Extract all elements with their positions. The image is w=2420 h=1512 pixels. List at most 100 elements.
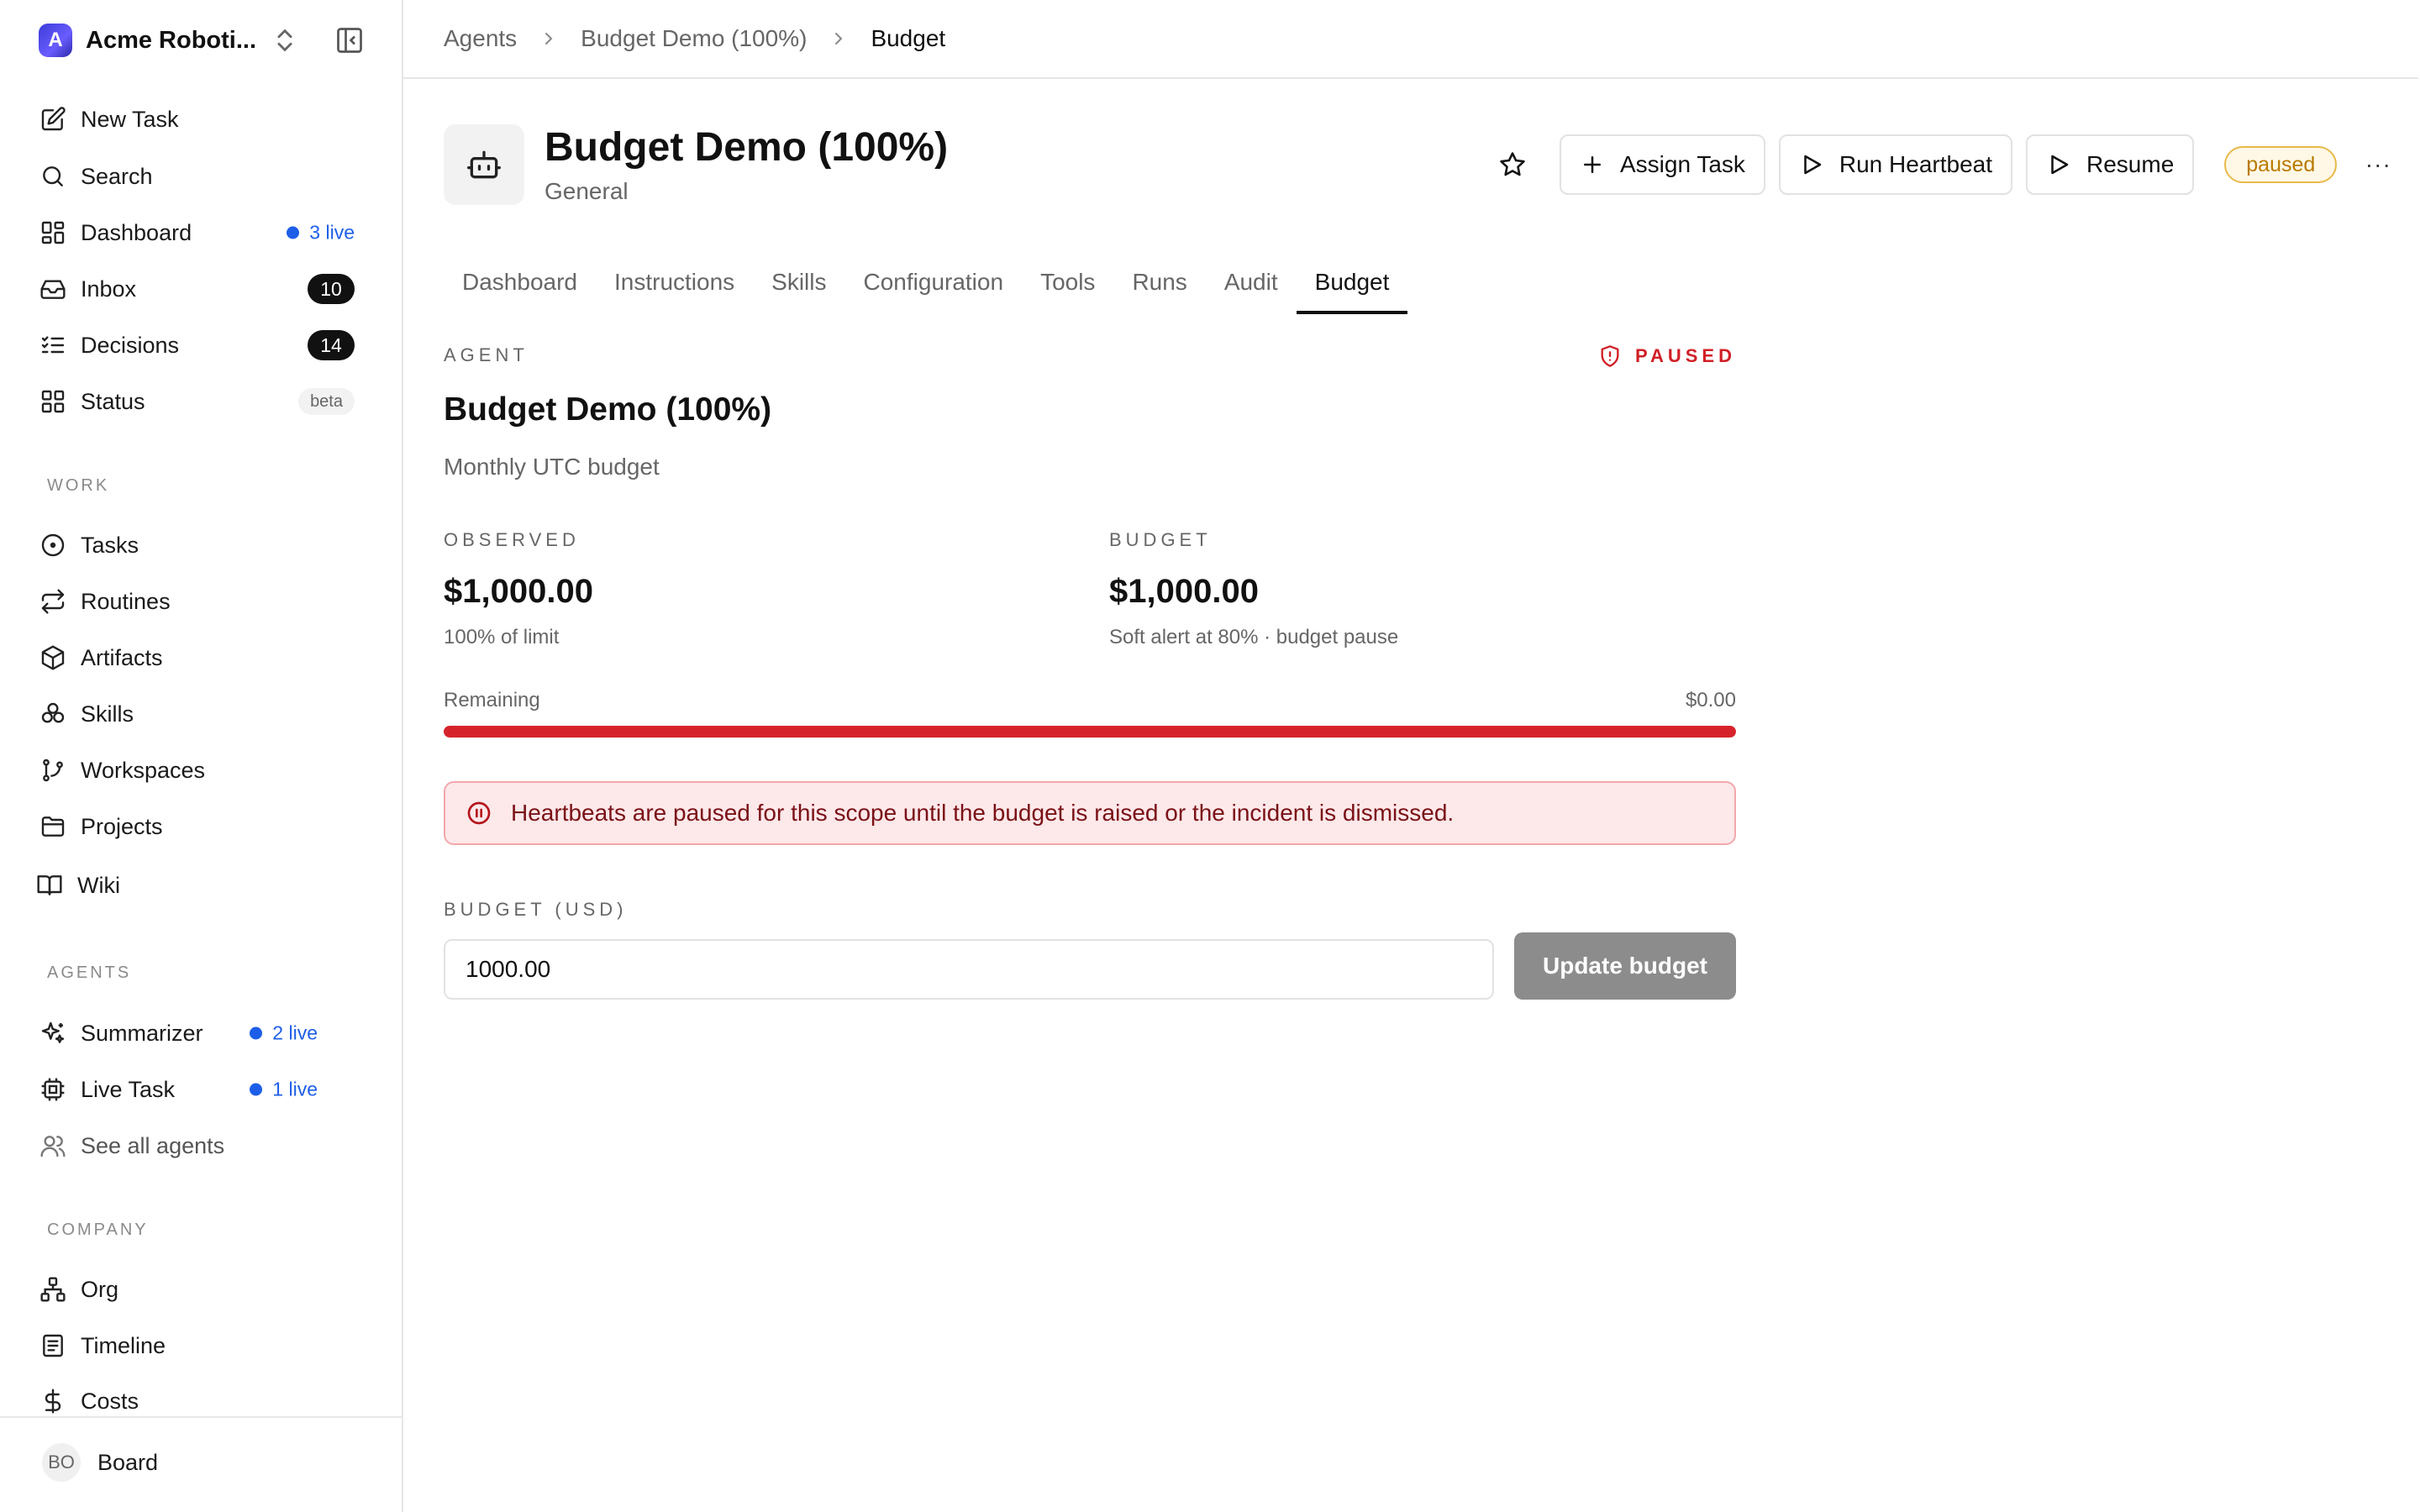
observed-stat: OBSERVED $1,000.00 100% of limit	[444, 529, 593, 649]
repeat-icon	[39, 587, 67, 616]
sidebar-item-tasks[interactable]: Tasks	[39, 522, 365, 568]
sidebar-item-label: Dashboard	[81, 219, 192, 245]
header-actions: Assign Task Run Heartbeat Resume paused …	[1486, 134, 2399, 195]
sidebar-item-timeline[interactable]: Timeline	[39, 1323, 365, 1368]
sidebar-item-routines[interactable]: Routines	[39, 579, 365, 624]
budget-panel: AGENT PAUSED Budget Demo (100%) Monthly …	[444, 344, 1736, 1000]
board-label[interactable]: Board	[97, 1450, 158, 1476]
sidebar-item-label: Skills	[81, 701, 134, 727]
app-root: A Acme Roboti... New Task Search Dashboa…	[0, 0, 2420, 1512]
sidebar-item-label: Live Task	[81, 1076, 176, 1102]
tab-budget[interactable]: Budget	[1296, 252, 1408, 314]
more-options-icon[interactable]: ···	[2357, 144, 2399, 186]
sidebar-item-inbox[interactable]: Inbox 10	[39, 266, 365, 312]
circle-dot-icon	[39, 531, 67, 559]
sidebar-item-org[interactable]: Org	[39, 1267, 365, 1312]
sidebar-item-wiki[interactable]: Wiki	[35, 863, 361, 908]
sidebar-item-label: Search	[81, 163, 153, 189]
sidebar-item-new-task[interactable]: New Task	[39, 97, 365, 142]
tab-instructions[interactable]: Instructions	[596, 252, 753, 312]
sidebar-item-workspaces[interactable]: Workspaces	[39, 748, 365, 793]
sidebar-item-label: Inbox	[81, 276, 137, 302]
company-name: Acme Roboti...	[86, 26, 257, 54]
sidebar-footer: BO Board	[0, 1416, 402, 1512]
checklist-icon	[39, 331, 67, 360]
breadcrumb-agent[interactable]: Budget Demo (100%)	[581, 25, 807, 52]
assign-task-label: Assign Task	[1620, 151, 1745, 177]
sidebar: A Acme Roboti... New Task Search Dashboa…	[0, 0, 403, 1512]
folder-icon	[39, 812, 67, 841]
tab-skills[interactable]: Skills	[753, 252, 844, 312]
sidebar-item-summarizer[interactable]: Summarizer 2 live	[39, 1011, 365, 1056]
sidebar-item-see-all-agents[interactable]: See all agents	[39, 1123, 365, 1168]
chevron-right-icon	[835, 33, 843, 45]
main-content: Agents Budget Demo (100%) Budget Budget …	[403, 0, 2420, 1512]
sidebar-collapse-icon[interactable]	[334, 25, 365, 55]
remaining-row: Remaining $0.00	[444, 689, 1736, 712]
tab-configuration[interactable]: Configuration	[845, 252, 1023, 312]
cpu-icon	[39, 1075, 67, 1104]
budget-note: Soft alert at 80% · budget pause	[1109, 626, 1399, 648]
run-heartbeat-button[interactable]: Run Heartbeat	[1778, 134, 2012, 195]
resume-button[interactable]: Resume	[2026, 134, 2195, 195]
remaining-value: $0.00	[1685, 689, 1736, 711]
sidebar-item-decisions[interactable]: Decisions 14	[39, 323, 365, 368]
section-title-work: WORK	[47, 476, 110, 495]
sidebar-item-label: Artifacts	[81, 644, 163, 670]
budget-progress-bar	[444, 726, 1736, 738]
sidebar-item-label: Projects	[81, 813, 163, 839]
paused-indicator: PAUSED	[1598, 344, 1736, 368]
avatar[interactable]: BO	[42, 1443, 81, 1482]
sidebar-item-skills[interactable]: Skills	[39, 691, 365, 737]
users-icon	[39, 1131, 67, 1160]
live-indicator: 2 live	[250, 1022, 318, 1045]
pause-circle-icon	[467, 801, 491, 825]
sidebar-item-label: Workspaces	[81, 757, 206, 783]
dashboard-icon	[39, 218, 67, 247]
tab-runs[interactable]: Runs	[1113, 252, 1205, 312]
beta-badge: beta	[298, 388, 355, 415]
sidebar-item-label: See all agents	[81, 1132, 225, 1158]
package-icon	[39, 643, 67, 672]
live-dot	[287, 226, 300, 239]
sidebar-item-status[interactable]: Status beta	[39, 379, 365, 424]
sidebar-item-projects[interactable]: Projects	[39, 804, 365, 849]
git-branch-icon	[39, 756, 67, 785]
assign-task-button[interactable]: Assign Task	[1560, 134, 1765, 195]
sidebar-item-dashboard[interactable]: Dashboard 3 live	[39, 210, 365, 255]
live-indicator: 3 live	[287, 222, 355, 244]
sidebar-item-label: Status	[81, 388, 145, 414]
budget-value: $1,000.00	[1109, 573, 1259, 610]
dollar-icon	[39, 1387, 67, 1415]
budget-input[interactable]	[444, 939, 1494, 1000]
sparkles-icon	[39, 1019, 67, 1047]
sidebar-item-live-task[interactable]: Live Task 1 live	[39, 1067, 365, 1112]
inbox-count-badge: 10	[308, 274, 355, 304]
tab-dashboard[interactable]: Dashboard	[444, 252, 596, 312]
tab-bar: Dashboard Instructions Skills Configurat…	[444, 252, 1408, 314]
budget-period: Monthly UTC budget	[444, 454, 660, 480]
breadcrumb-agents[interactable]: Agents	[444, 25, 517, 52]
run-heartbeat-label: Run Heartbeat	[1839, 151, 1992, 177]
boxes-icon	[39, 700, 67, 728]
observed-note: 100% of limit	[444, 626, 560, 648]
sidebar-item-label: Decisions	[81, 332, 180, 358]
status-badge: paused	[2224, 146, 2338, 183]
tab-audit[interactable]: Audit	[1206, 252, 1297, 312]
tab-tools[interactable]: Tools	[1022, 252, 1113, 312]
sidebar-item-label: Org	[81, 1276, 119, 1302]
paused-label: PAUSED	[1634, 345, 1736, 366]
breadcrumb-current: Budget	[871, 25, 946, 51]
alert-message: Heartbeats are paused for this scope unt…	[511, 800, 1455, 826]
sidebar-item-search[interactable]: Search	[39, 154, 365, 199]
star-icon[interactable]	[1486, 138, 1539, 192]
sidebar-item-artifacts[interactable]: Artifacts	[39, 635, 365, 680]
company-switcher[interactable]: A Acme Roboti...	[39, 22, 366, 59]
live-count: 1 live	[272, 1078, 318, 1100]
sidebar-item-label: Routines	[81, 588, 171, 614]
sidebar-item-label: New Task	[81, 106, 179, 132]
play-icon	[2051, 155, 2069, 175]
top-bar: Agents Budget Demo (100%) Budget	[403, 0, 2418, 79]
inbox-icon	[39, 275, 67, 303]
update-budget-button[interactable]: Update budget	[1514, 932, 1736, 1000]
